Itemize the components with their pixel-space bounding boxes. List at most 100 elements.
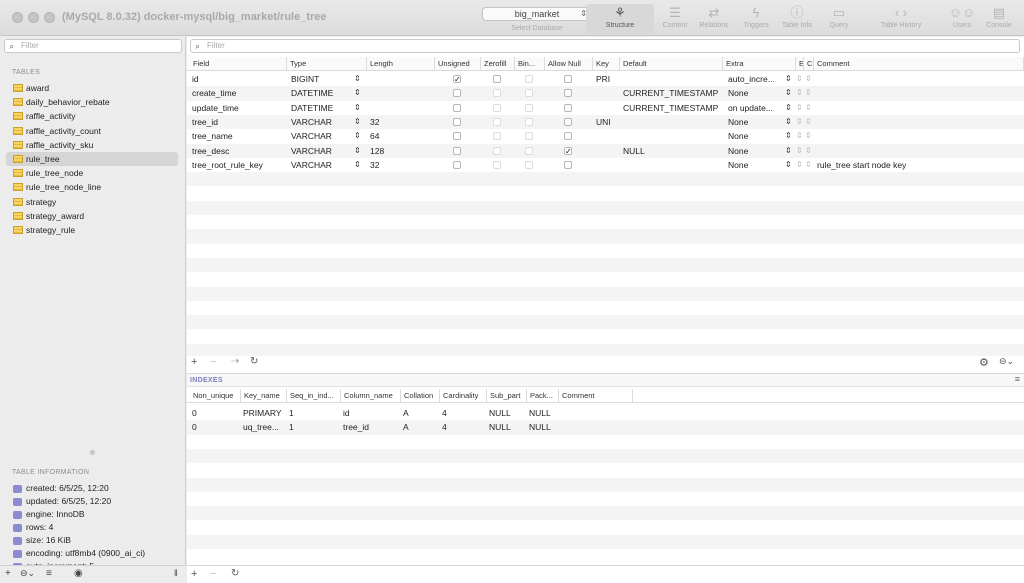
remove-field-icon[interactable]: −: [210, 356, 216, 368]
index-column-header[interactable]: Sub_part: [487, 389, 527, 403]
index-cell[interactable]: 0: [192, 420, 241, 434]
unsigned-checkbox[interactable]: [453, 103, 461, 112]
field-length-cell[interactable]: 128: [370, 144, 430, 158]
index-cell[interactable]: uq_tree...: [243, 420, 287, 434]
chevron-updown-icon[interactable]: ⇕: [805, 101, 812, 115]
allow-null-checkbox[interactable]: [564, 160, 572, 169]
chevron-updown-icon[interactable]: ⇕: [796, 158, 803, 172]
field-default-cell[interactable]: CURRENT_TIMESTAMP: [623, 101, 723, 115]
chevron-updown-icon[interactable]: ⇕: [354, 115, 361, 129]
field-default-cell[interactable]: [623, 158, 723, 172]
index-cell[interactable]: 4: [442, 420, 487, 434]
field-key-cell[interactable]: [596, 129, 620, 143]
sidebar-table-item[interactable]: raffle_activity: [6, 109, 178, 123]
zerofill-checkbox[interactable]: [493, 146, 501, 155]
field-length-cell[interactable]: [370, 101, 430, 115]
chevron-updown-icon[interactable]: ⇕: [354, 86, 361, 100]
chevron-updown-icon[interactable]: ⇕: [354, 72, 361, 86]
field-type-cell[interactable]: VARCHAR: [291, 129, 351, 143]
refresh-icon[interactable]: ↻: [231, 568, 239, 579]
index-column-header[interactable]: Seq_in_ind...: [287, 389, 341, 403]
field-length-cell[interactable]: 32: [370, 158, 430, 172]
field-length-cell[interactable]: 64: [370, 129, 430, 143]
chevron-updown-icon[interactable]: ⇕: [785, 72, 792, 86]
unsigned-checkbox[interactable]: [453, 89, 461, 98]
index-cell[interactable]: 0: [192, 406, 241, 420]
allow-null-checkbox[interactable]: [564, 89, 572, 98]
zerofill-checkbox[interactable]: [493, 160, 501, 169]
column-header[interactable]: Bin...: [515, 57, 545, 71]
index-cell[interactable]: tree_id: [343, 420, 401, 434]
chevron-updown-icon[interactable]: ⇕: [805, 158, 812, 172]
chevron-updown-icon[interactable]: ⇕: [785, 115, 792, 129]
table-filter-input[interactable]: ⌕ Filter: [4, 39, 182, 53]
field-type-cell[interactable]: VARCHAR: [291, 158, 351, 172]
zerofill-checkbox[interactable]: [493, 103, 501, 112]
field-default-cell[interactable]: [623, 129, 723, 143]
chevron-updown-icon[interactable]: ⇕: [785, 101, 792, 115]
index-cell[interactable]: 1: [289, 420, 341, 434]
binary-checkbox[interactable]: [525, 89, 533, 98]
unsigned-checkbox[interactable]: [453, 146, 461, 155]
index-cell[interactable]: id: [343, 406, 401, 420]
toolbar-users-button[interactable]: ☺☺ Users: [946, 4, 978, 34]
binary-checkbox[interactable]: [525, 103, 533, 112]
allow-null-checkbox[interactable]: [564, 75, 572, 83]
index-cell[interactable]: 4: [442, 406, 487, 420]
field-key-cell[interactable]: UNI: [596, 115, 620, 129]
field-row[interactable]: tree_root_rule_key VARCHAR ⇕ 32 None ⇕ ⇕ ⇕ rule_…: [187, 158, 1024, 172]
field-default-cell[interactable]: [623, 72, 723, 86]
duplicate-field-icon[interactable]: ⇢: [231, 356, 239, 367]
add-index-icon[interactable]: +: [191, 568, 197, 580]
toolbar-relations-button[interactable]: ⇄ Relations: [694, 4, 734, 34]
chevron-updown-icon[interactable]: ⇕: [796, 144, 803, 158]
field-extra-cell[interactable]: None: [728, 144, 783, 158]
toolbar-table-info-button[interactable]: ⓘ Table Info: [778, 4, 816, 34]
chevron-updown-icon[interactable]: ⇕: [354, 144, 361, 158]
field-row[interactable]: tree_id VARCHAR ⇕ 32 UNI None ⇕ ⇕ ⇕: [187, 114, 1024, 130]
binary-checkbox[interactable]: [525, 160, 533, 169]
chevron-updown-icon[interactable]: ⇕: [354, 158, 361, 172]
field-extra-cell[interactable]: None: [728, 129, 783, 143]
close-window-button[interactable]: [12, 12, 23, 23]
chevron-updown-icon[interactable]: ⇕: [796, 86, 803, 100]
binary-checkbox[interactable]: [525, 75, 533, 83]
field-name-cell[interactable]: tree_name: [192, 129, 287, 143]
sidebar-table-item[interactable]: strategy: [6, 195, 178, 209]
more-options-icon[interactable]: ⊖⌄: [999, 356, 1014, 367]
index-cell[interactable]: NULL: [529, 420, 559, 434]
field-length-cell[interactable]: [370, 72, 430, 86]
field-comment-cell[interactable]: [817, 86, 1022, 100]
index-cell[interactable]: 1: [289, 406, 341, 420]
eye-icon[interactable]: ◉: [74, 568, 83, 579]
allow-null-checkbox[interactable]: [564, 103, 572, 112]
index-cell[interactable]: [561, 420, 633, 434]
field-extra-cell[interactable]: on update...: [728, 101, 783, 115]
index-cell[interactable]: NULL: [529, 406, 559, 420]
index-column-header[interactable]: Column_name: [341, 389, 401, 403]
add-table-icon[interactable]: +: [5, 568, 11, 579]
toolbar-content-button[interactable]: ☰ Content: [656, 4, 694, 34]
sidebar-table-item[interactable]: strategy_rule: [6, 223, 178, 237]
field-name-cell[interactable]: tree_desc: [192, 144, 287, 158]
field-comment-cell[interactable]: [817, 101, 1022, 115]
field-name-cell[interactable]: update_time: [192, 101, 287, 115]
sidebar-table-item[interactable]: rule_tree: [6, 151, 178, 167]
chevron-updown-icon[interactable]: ⇕: [805, 129, 812, 143]
gear-icon[interactable]: ⚙: [979, 356, 989, 369]
field-row[interactable]: update_time DATETIME ⇕ CURRENT_TIMESTAMP on …: [187, 101, 1024, 115]
allow-null-checkbox[interactable]: [564, 117, 572, 126]
toolbar-structure-button[interactable]: ⚘ Structure: [586, 4, 654, 34]
column-header[interactable]: Comment: [814, 57, 1024, 71]
table-actions-icon[interactable]: ⊖⌄: [20, 568, 35, 579]
field-name-cell[interactable]: tree_root_rule_key: [192, 158, 287, 172]
field-type-cell[interactable]: VARCHAR: [291, 115, 351, 129]
add-field-icon[interactable]: +: [191, 356, 197, 368]
field-name-cell[interactable]: id: [192, 72, 287, 86]
index-row[interactable]: 0 uq_tree... 1 tree_id A 4 NULL NULL: [187, 420, 1024, 435]
index-cell[interactable]: PRIMARY: [243, 406, 287, 420]
field-comment-cell[interactable]: [817, 129, 1022, 143]
binary-checkbox[interactable]: [525, 117, 533, 126]
sidebar-table-item[interactable]: strategy_award: [6, 209, 178, 223]
sidebar-table-item[interactable]: raffle_activity_count: [6, 124, 178, 138]
